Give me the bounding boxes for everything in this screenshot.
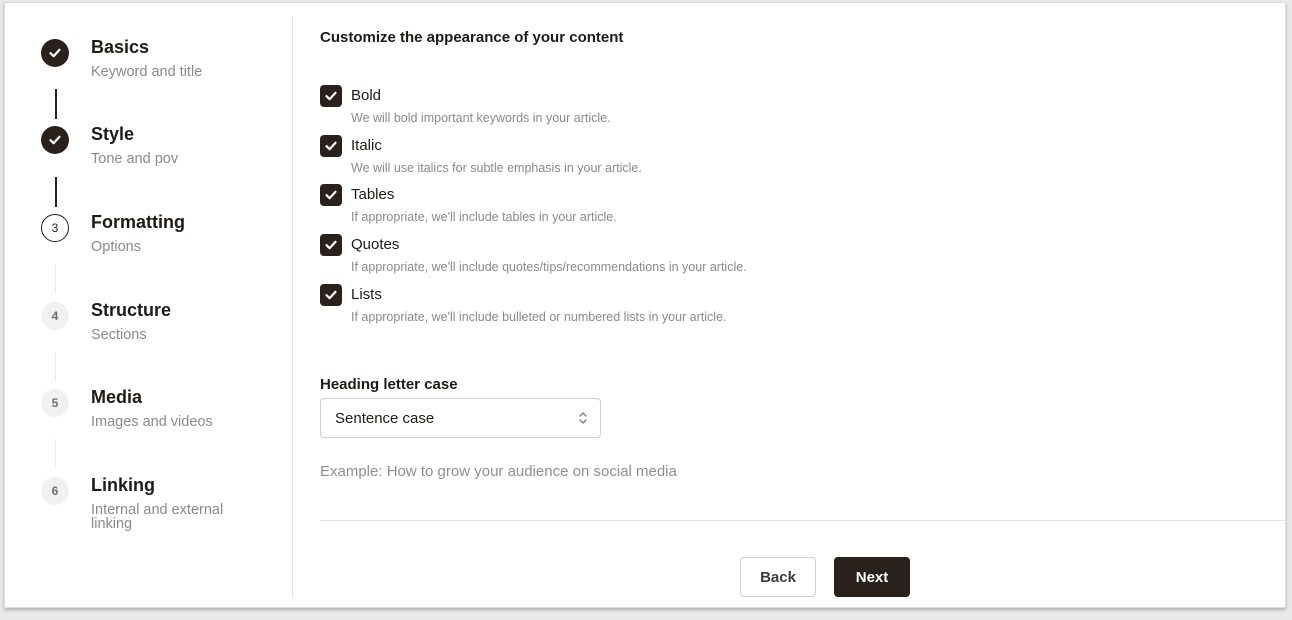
stepper: Basics Keyword and title Style Tone and … (5, 3, 293, 607)
option-label: Bold (351, 87, 382, 104)
step-subtitle: Keyword and title (91, 64, 203, 80)
heading-case-example: Example: How to grow your audience on so… (320, 463, 677, 480)
option-lists[interactable]: Lists If appropriate, we'll include bull… (320, 284, 1020, 330)
option-label: Quotes (351, 236, 400, 253)
step-connector (55, 439, 56, 469)
step-connector (55, 264, 56, 294)
step-title: Media (91, 387, 143, 407)
option-bold[interactable]: Bold We will bold important keywords in … (320, 85, 1020, 131)
option-description: If appropriate, we'll include quotes/tip… (351, 260, 747, 274)
option-description: We will use italics for subtle emphasis … (351, 161, 642, 175)
lists-checkbox[interactable] (320, 284, 342, 306)
step-connector (55, 352, 56, 382)
chevron-up-down-icon (578, 410, 588, 431)
step-number: 5 (41, 389, 69, 417)
wizard-panel: Basics Keyword and title Style Tone and … (4, 2, 1287, 608)
option-description: We will bold important keywords in your … (351, 111, 611, 125)
step-subtitle: Tone and pov (91, 151, 179, 167)
check-icon (325, 290, 337, 300)
step-title: Structure (91, 300, 172, 320)
option-description: If appropriate, we'll include tables in … (351, 210, 617, 224)
option-label: Italic (351, 137, 382, 154)
check-icon (325, 190, 337, 200)
check-icon (325, 141, 337, 151)
formatting-options: Customize the appearance of your content… (320, 3, 1287, 607)
heading-case-label: Heading letter case (320, 376, 458, 393)
section-title: Customize the appearance of your content (320, 29, 624, 46)
next-button[interactable]: Next (834, 557, 910, 597)
step-title: Linking (91, 475, 155, 495)
check-icon (325, 240, 337, 250)
option-tables[interactable]: Tables If appropriate, we'll include tab… (320, 184, 1020, 230)
step-subtitle: Internal and external linking (91, 502, 224, 532)
step-title: Style (91, 124, 135, 144)
step-subtitle: Images and videos (91, 414, 213, 430)
quotes-checkbox[interactable] (320, 234, 342, 256)
step-title: Formatting (91, 212, 185, 232)
check-circle-icon (41, 39, 69, 67)
sidebar-divider (292, 17, 293, 597)
check-icon (325, 91, 337, 101)
step-subtitle: Sections (91, 327, 147, 343)
option-label: Tables (351, 186, 395, 203)
option-description: If appropriate, we'll include bulleted o… (351, 310, 727, 324)
step-number: 6 (41, 477, 69, 505)
bold-checkbox[interactable] (320, 85, 342, 107)
check-circle-icon (41, 126, 69, 154)
option-italic[interactable]: Italic We will use italics for subtle em… (320, 135, 1020, 181)
step-number: 4 (41, 302, 69, 330)
heading-case-select[interactable]: Sentence case (320, 398, 601, 438)
step-title: Basics (91, 37, 150, 57)
step-subtitle: Options (91, 239, 141, 255)
back-button[interactable]: Back (740, 557, 816, 597)
step-connector (55, 177, 57, 207)
option-label: Lists (351, 286, 382, 303)
footer-divider (320, 520, 1287, 521)
step-connector (55, 89, 57, 119)
option-quotes[interactable]: Quotes If appropriate, we'll include quo… (320, 234, 1020, 280)
italic-checkbox[interactable] (320, 135, 342, 157)
step-number: 3 (41, 214, 69, 242)
heading-case-value: Sentence case (335, 410, 435, 427)
tables-checkbox[interactable] (320, 184, 342, 206)
